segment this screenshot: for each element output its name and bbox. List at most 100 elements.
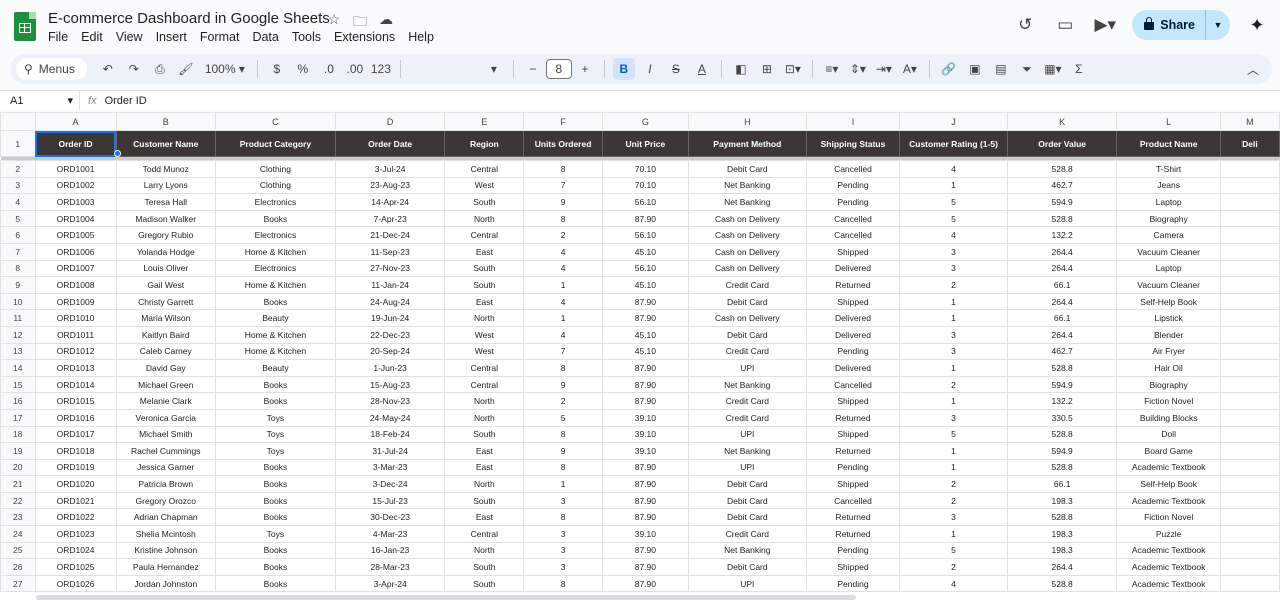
data-cell[interactable]: Beauty [214, 359, 336, 377]
row-number[interactable]: 1 [0, 130, 36, 157]
row-number[interactable]: 21 [0, 475, 36, 493]
data-cell[interactable]: Gail West [115, 276, 216, 294]
data-cell[interactable]: Books [214, 292, 336, 311]
data-cell[interactable]: Louis Oliver [115, 259, 216, 278]
data-cell[interactable]: 56.10 [601, 226, 689, 244]
data-cell[interactable]: South [444, 193, 525, 211]
data-cell[interactable] [1219, 408, 1280, 427]
data-cell[interactable]: ORD1011 [34, 325, 117, 344]
column-header[interactable]: L [1116, 112, 1221, 131]
data-cell[interactable]: 27-Nov-23 [334, 259, 446, 278]
data-cell[interactable]: 264.4 [1006, 558, 1118, 576]
data-cell[interactable]: 20-Sep-24 [334, 342, 446, 361]
data-cell[interactable]: Books [214, 209, 336, 228]
data-cell[interactable]: North [444, 392, 525, 410]
data-cell[interactable]: 5 [899, 541, 1008, 560]
data-cell[interactable]: 198.3 [1006, 491, 1118, 510]
data-cell[interactable]: Cancelled [805, 209, 901, 228]
data-cell[interactable]: Cash on Delivery [687, 226, 807, 244]
data-cell[interactable]: 28-Nov-23 [334, 392, 446, 410]
spreadsheet-grid[interactable]: A B C D E F G H I J K L M 1 Order ID Customer Name Produ… [0, 112, 1280, 600]
row-number[interactable]: 7 [0, 242, 36, 261]
data-cell[interactable] [1219, 359, 1280, 377]
data-cell[interactable]: ORD1015 [34, 392, 117, 410]
data-cell[interactable]: Camera [1116, 226, 1221, 244]
data-cell[interactable]: 5 [899, 425, 1008, 444]
header-cell[interactable]: Customer Name [115, 130, 216, 157]
data-cell[interactable]: Central [444, 160, 525, 178]
data-cell[interactable]: Home & Kitchen [214, 242, 336, 261]
data-cell[interactable]: Cash on Delivery [687, 209, 807, 228]
data-cell[interactable]: ORD1004 [34, 209, 117, 228]
data-cell[interactable]: ORD1008 [34, 276, 117, 294]
data-cell[interactable]: 66.1 [1006, 475, 1118, 493]
column-header[interactable]: F [523, 112, 603, 131]
text-color-button[interactable]: A [691, 58, 713, 80]
data-cell[interactable]: 528.8 [1006, 209, 1118, 228]
data-cell[interactable]: Cash on Delivery [687, 259, 807, 278]
row-number[interactable]: 27 [0, 574, 36, 593]
data-cell[interactable]: West [444, 342, 525, 361]
data-cell[interactable]: Vacuum Cleaner [1116, 242, 1221, 261]
column-header[interactable]: E [444, 112, 525, 131]
data-cell[interactable] [1219, 392, 1280, 410]
data-cell[interactable]: 22-Dec-23 [334, 325, 446, 344]
data-cell[interactable]: 9 [523, 442, 603, 460]
data-cell[interactable]: Teresa Hall [115, 193, 216, 211]
data-cell[interactable]: 4 [899, 574, 1008, 593]
data-cell[interactable]: 5 [899, 193, 1008, 211]
data-cell[interactable]: 462.7 [1006, 176, 1118, 195]
data-cell[interactable]: 3 [899, 508, 1008, 527]
data-cell[interactable]: 39.10 [601, 408, 689, 427]
data-cell[interactable]: 87.90 [601, 558, 689, 576]
data-cell[interactable]: Biography [1116, 209, 1221, 228]
data-cell[interactable]: 1 [899, 392, 1008, 410]
data-cell[interactable]: 264.4 [1006, 292, 1118, 311]
data-cell[interactable]: East [444, 242, 525, 261]
data-cell[interactable]: Academic Textbook [1116, 558, 1221, 576]
data-cell[interactable]: 45.10 [601, 342, 689, 361]
data-cell[interactable]: ORD1023 [34, 525, 117, 543]
data-cell[interactable]: Books [214, 508, 336, 527]
data-cell[interactable]: North [444, 209, 525, 228]
share-button[interactable]: Share ▼ [1132, 10, 1230, 40]
data-cell[interactable]: 1 [899, 309, 1008, 327]
row-number[interactable]: 2 [0, 160, 36, 178]
data-cell[interactable]: 1 [899, 359, 1008, 377]
share-dropdown-icon[interactable]: ▼ [1206, 20, 1230, 30]
filter-icon[interactable]: ⏷ [1016, 58, 1038, 80]
data-cell[interactable]: Books [214, 574, 336, 593]
data-cell[interactable]: ORD1021 [34, 491, 117, 510]
data-cell[interactable]: 87.90 [601, 375, 689, 394]
data-cell[interactable]: 4 [523, 325, 603, 344]
data-cell[interactable]: 45.10 [601, 242, 689, 261]
data-cell[interactable] [1219, 325, 1280, 344]
data-cell[interactable]: Shipped [805, 292, 901, 311]
data-cell[interactable]: ORD1017 [34, 425, 117, 444]
data-cell[interactable]: 45.10 [601, 276, 689, 294]
data-cell[interactable]: 87.90 [601, 491, 689, 510]
data-cell[interactable]: 56.10 [601, 259, 689, 278]
percent-format-button[interactable]: % [292, 58, 314, 80]
data-cell[interactable]: 3 [523, 491, 603, 510]
data-cell[interactable] [1219, 276, 1280, 294]
data-cell[interactable]: 87.90 [601, 209, 689, 228]
data-cell[interactable]: Net Banking [687, 193, 807, 211]
data-cell[interactable]: Air Fryer [1116, 342, 1221, 361]
data-cell[interactable]: 45.10 [601, 325, 689, 344]
data-cell[interactable]: 56.10 [601, 193, 689, 211]
data-cell[interactable] [1219, 209, 1280, 228]
data-cell[interactable]: Pending [805, 193, 901, 211]
data-cell[interactable]: South [444, 574, 525, 593]
header-cell[interactable]: Region [444, 130, 525, 157]
data-cell[interactable]: UPI [687, 458, 807, 477]
data-cell[interactable]: 1 [523, 475, 603, 493]
data-cell[interactable]: ORD1002 [34, 176, 117, 195]
data-cell[interactable]: 21-Dec-24 [334, 226, 446, 244]
data-cell[interactable]: Yolanda Hodge [115, 242, 216, 261]
data-cell[interactable]: 8 [523, 458, 603, 477]
data-cell[interactable]: Delivered [805, 309, 901, 327]
meet-icon[interactable]: ▶▾ [1092, 12, 1118, 38]
data-cell[interactable]: 594.9 [1006, 375, 1118, 394]
data-cell[interactable]: 7 [523, 342, 603, 361]
